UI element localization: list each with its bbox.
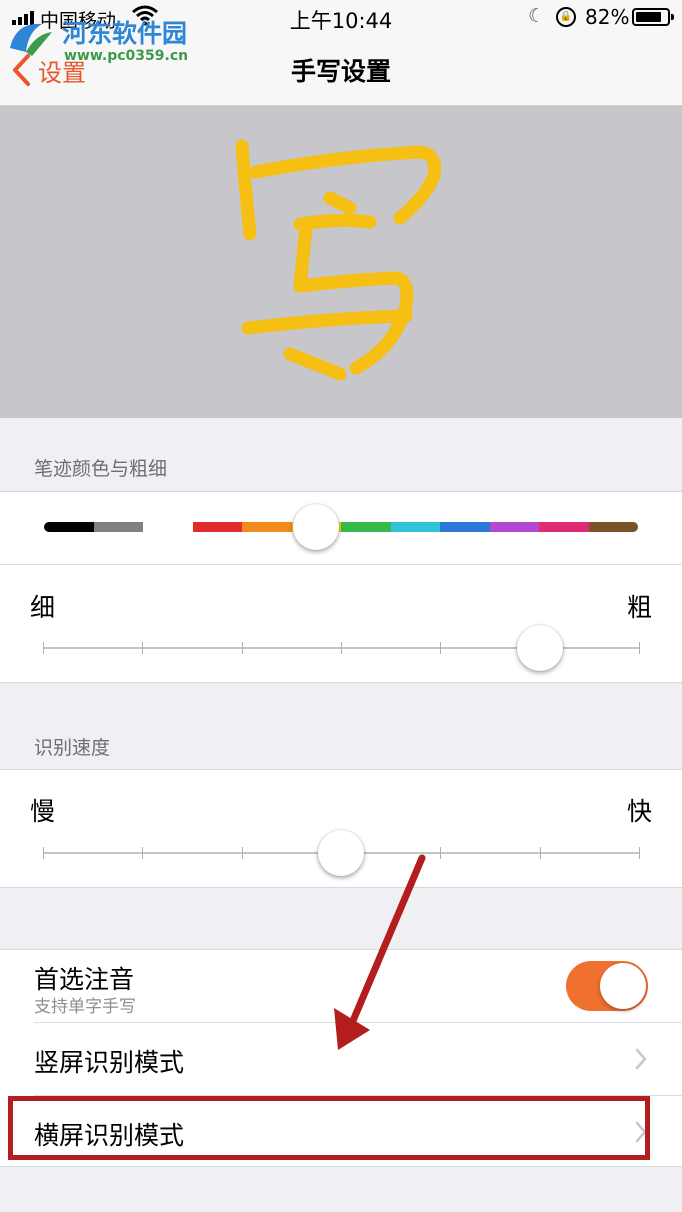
color-swatch-11: [588, 522, 638, 532]
slider-tick: [539, 847, 541, 859]
moon-icon: ☾: [528, 5, 546, 27]
color-swatch-3: [192, 522, 242, 532]
slider-tick: [241, 847, 243, 859]
handwriting-preview[interactable]: [0, 106, 682, 418]
color-palette-slider[interactable]: [44, 522, 638, 532]
battery-icon: [632, 8, 674, 26]
zhuyin-toggle[interactable]: [566, 961, 648, 1011]
thickness-min-label: 细: [30, 593, 56, 622]
battery-fill: [636, 12, 661, 22]
thickness-slider-knob[interactable]: [516, 625, 563, 671]
watermark-url: www.pc0359.cn: [64, 48, 189, 64]
annotation-highlight-box: [8, 1096, 650, 1160]
preview-stroke-glyph: [235, 139, 442, 381]
color-swatch-0: [44, 522, 94, 532]
slider-tick: [241, 642, 243, 654]
speed-slow-label: 慢: [30, 797, 56, 826]
color-slider-knob[interactable]: [293, 504, 339, 550]
speed-fast-label: 快: [626, 797, 652, 826]
color-swatch-8: [440, 522, 490, 532]
color-swatch-10: [539, 522, 589, 532]
zhuyin-sublabel: 支持单字手写: [34, 997, 136, 1017]
color-swatch-9: [489, 522, 539, 532]
battery-percent: 82%: [585, 5, 630, 29]
orientation-lock-icon: 🔒: [556, 7, 576, 27]
watermark-logo: [10, 23, 52, 56]
slider-tick: [43, 642, 44, 654]
color-swatch-7: [390, 522, 440, 532]
zhuyin-label: 首选注音: [34, 965, 135, 994]
thickness-max-label: 粗: [626, 593, 652, 622]
slider-tick: [43, 847, 44, 859]
annotation-arrow: [334, 854, 426, 1050]
stroke-section-header: 笔迹颜色与粗细: [34, 458, 168, 480]
portrait-mode-label: 竖屏识别模式: [34, 1048, 185, 1077]
color-swatch-6: [341, 522, 391, 532]
slider-tick: [440, 642, 442, 654]
slider-tick: [639, 642, 640, 654]
color-swatch-1: [93, 522, 143, 532]
slider-tick: [142, 642, 144, 654]
watermark: 河东软件园 www.pc0359.cn: [6, 14, 206, 68]
stroke-settings-group: 细 粗: [0, 491, 682, 683]
watermark-name: 河东软件园: [62, 19, 188, 48]
slider-tick: [440, 847, 442, 859]
color-swatch-4: [242, 522, 292, 532]
slider-tick: [142, 847, 144, 859]
chevron-right-icon: [635, 1048, 647, 1070]
slider-tick: [639, 847, 640, 859]
slider-tick: [341, 642, 342, 654]
speed-section-header: 识别速度: [34, 737, 111, 759]
color-swatch-2: [143, 522, 193, 532]
row-separator: [0, 564, 682, 565]
